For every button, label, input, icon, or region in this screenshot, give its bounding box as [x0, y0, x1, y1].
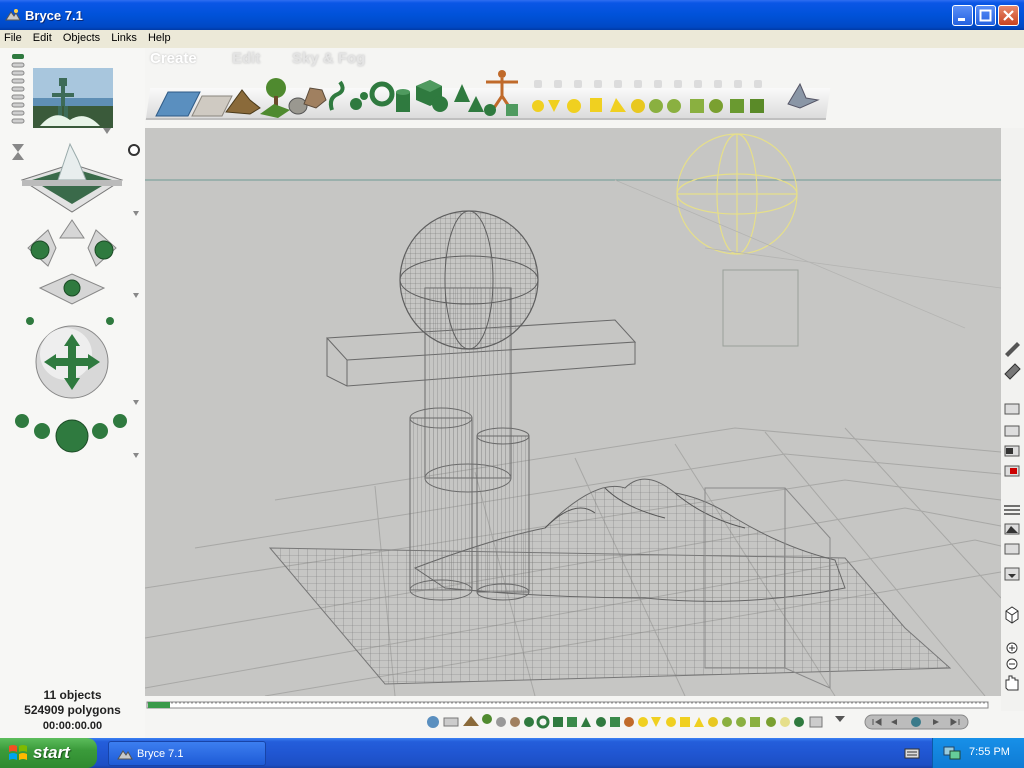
human-figure-icon[interactable] [486, 70, 518, 109]
torus-icon[interactable] [369, 81, 395, 107]
menu-help[interactable]: Help [144, 30, 175, 48]
view-preset-ladder[interactable] [11, 54, 25, 124]
menu-file[interactable]: File [0, 30, 26, 48]
clock: 7:55 PM [969, 746, 1010, 758]
light-icon[interactable] [787, 82, 820, 109]
menu-edit[interactable]: Edit [29, 30, 56, 48]
boolean-shapes-icons[interactable] [534, 80, 762, 88]
tree-icon[interactable] [260, 78, 290, 118]
menu-objects[interactable]: Objects [59, 30, 104, 48]
minimize-button[interactable] [952, 5, 973, 26]
play-record-icon[interactable] [911, 717, 921, 727]
pencil-icon[interactable] [1005, 342, 1020, 357]
camera-cross-control[interactable] [27, 219, 139, 305]
maximize-button[interactable] [975, 5, 996, 26]
menu-links[interactable]: Links [107, 30, 141, 48]
ground-plane-icon[interactable] [191, 95, 233, 117]
nano-preview[interactable] [33, 68, 113, 134]
metaball-icon[interactable] [350, 92, 368, 110]
camera-trackball[interactable] [26, 317, 139, 405]
eraser-icon[interactable] [1004, 363, 1021, 380]
tab-edit[interactable]: Edit [232, 50, 260, 67]
scene-wireframe [145, 128, 1001, 696]
pyramid-icon[interactable] [454, 84, 470, 102]
shading-display-icon[interactable] [1004, 425, 1020, 437]
disc-icon[interactable] [484, 104, 496, 116]
bottom-bar [145, 711, 1024, 738]
render-dot-icon[interactable] [128, 144, 140, 156]
scene-stats: 11 objects 524909 polygons 00:00:00.00 [0, 688, 145, 734]
maximize-icon [979, 9, 992, 22]
wireframe-viewport[interactable] [145, 128, 1001, 696]
minimize-icon [958, 18, 965, 21]
save-view-icon[interactable] [1004, 567, 1020, 581]
primitive-row-icons[interactable] [532, 98, 764, 113]
bryce-app-icon [5, 9, 21, 21]
animation-controls[interactable] [864, 714, 969, 730]
texture-display-icon[interactable] [1004, 543, 1020, 555]
sphere-icon[interactable] [432, 96, 448, 112]
time-display: 00:00:00.00 [42, 720, 103, 732]
environment-cross-control[interactable] [20, 142, 139, 216]
close-icon [1003, 10, 1014, 21]
zoom-pan-balls[interactable] [15, 414, 139, 458]
silhouette-display-icon[interactable] [1004, 445, 1020, 457]
taskbar: start Bryce 7.1 7:55 PM [0, 738, 1024, 768]
close-button[interactable] [998, 5, 1019, 26]
square-icon[interactable] [506, 104, 518, 116]
camera-trackball-toggle-icon[interactable] [12, 144, 24, 160]
control-panel-graphics [11, 54, 140, 458]
tab-sky-fog[interactable]: Sky & Fog [292, 50, 365, 67]
window-title: Bryce 7.1 [25, 8, 83, 23]
stone-icon[interactable] [303, 87, 327, 109]
right-leg-cylinder [476, 427, 530, 601]
terrain-icon[interactable] [225, 89, 261, 115]
right-toolbar-icons [1002, 342, 1021, 730]
layers-icon[interactable] [1004, 505, 1020, 515]
menu-bar: File Edit Objects Links Help [0, 30, 1024, 48]
cube-view-icon[interactable] [1005, 606, 1019, 624]
selection-palette [427, 714, 969, 730]
selection-type-icons[interactable] [427, 714, 845, 729]
taskbar-item-bryce[interactable]: Bryce 7.1 [108, 741, 266, 766]
timeline-scrubber[interactable] [148, 702, 170, 708]
control-panel [0, 48, 145, 738]
title-bar[interactable]: Bryce 7.1 [0, 0, 1024, 30]
object-count: 11 objects [43, 688, 102, 702]
left-leg-cylinder [409, 407, 473, 601]
tab-create[interactable]: Create [150, 50, 197, 67]
hand-pan-icon[interactable] [1005, 675, 1019, 691]
bryce-task-icon [117, 750, 133, 760]
head-sphere [399, 210, 539, 350]
create-palette-objects [155, 70, 820, 118]
bryce-window: Bryce 7.1 File Edit Objects Links Help 1… [0, 0, 1024, 738]
start-button[interactable]: start [0, 738, 97, 768]
solid-display-icon[interactable] [1004, 465, 1020, 477]
system-tray: 7:55 PM [932, 738, 1024, 768]
cone-icon[interactable] [468, 96, 484, 112]
polygon-count: 524909 polygons [24, 703, 121, 717]
zoom-in-icon[interactable] [1006, 642, 1018, 654]
right-toolbar [1001, 128, 1024, 738]
windows-logo-icon [9, 745, 27, 760]
network-icon[interactable] [943, 745, 961, 761]
symmetrical-lattice-icon[interactable] [328, 80, 345, 111]
mountain-display-icon[interactable] [1004, 523, 1020, 535]
cylinder-icon[interactable] [396, 89, 410, 112]
taskbar-item-label: Bryce 7.1 [137, 748, 184, 760]
keyboard-icon[interactable] [904, 746, 920, 760]
zoom-out-icon[interactable] [1006, 658, 1018, 670]
start-label: start [33, 743, 70, 762]
rock-icon[interactable] [288, 97, 308, 115]
animation-timeline[interactable] [145, 699, 990, 711]
wireframe-display-icon[interactable] [1004, 403, 1020, 415]
